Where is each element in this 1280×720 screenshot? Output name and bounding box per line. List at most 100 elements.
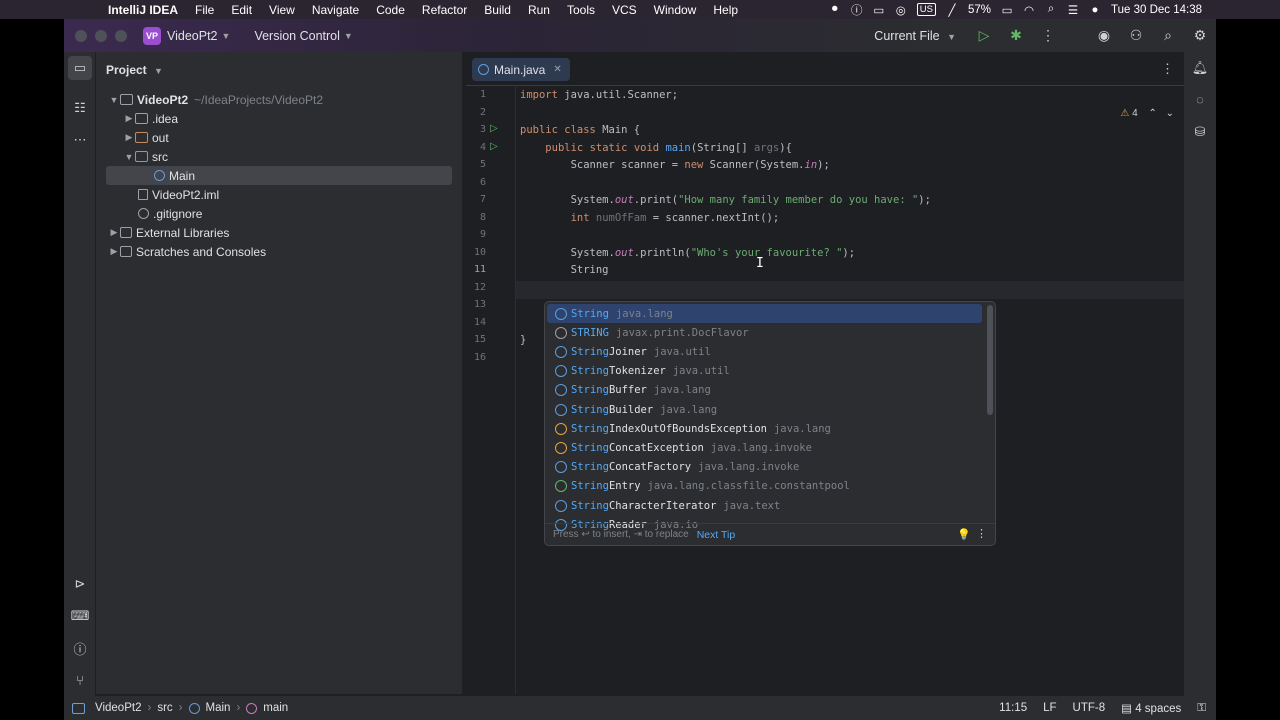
- menu-refactor[interactable]: Refactor: [422, 3, 467, 17]
- tree-item-external-libraries[interactable]: ▶ External Libraries: [106, 223, 452, 242]
- completion-item[interactable]: String Entry java.lang.classfile.constantp…: [547, 477, 982, 496]
- completion-item[interactable]: String Builder java.lang: [547, 400, 982, 419]
- menu-vcs[interactable]: VCS: [612, 3, 637, 17]
- menu-help[interactable]: Help: [713, 3, 738, 17]
- completion-item[interactable]: String Buffer java.lang: [547, 381, 982, 400]
- git-icon[interactable]: ⑂: [68, 668, 92, 692]
- run-config-selector[interactable]: Current File ▼: [874, 29, 956, 43]
- structure-icon[interactable]: ☷: [68, 96, 92, 120]
- battery-text[interactable]: 57%: [968, 4, 991, 16]
- lightbulb-icon[interactable]: 💡: [957, 528, 971, 541]
- vcs-selector[interactable]: Version Control: [254, 29, 339, 43]
- pen-icon[interactable]: ╱: [946, 3, 958, 17]
- menu-view[interactable]: View: [269, 3, 295, 17]
- chevron-right-icon[interactable]: ▶: [108, 246, 120, 257]
- search-icon[interactable]: ⌕: [1152, 27, 1184, 44]
- menu-tools[interactable]: Tools: [567, 3, 595, 17]
- tree-item-gitignore[interactable]: .gitignore: [106, 204, 452, 223]
- completion-item[interactable]: String IndexOutOfBoundsException java.lang: [547, 419, 982, 438]
- ai-chat-icon[interactable]: ◌: [1190, 92, 1210, 107]
- breadcrumb-item[interactable]: src: [157, 702, 172, 714]
- completion-item[interactable]: String ConcatException java.lang.invoke: [547, 438, 982, 457]
- menu-navigate[interactable]: Navigate: [312, 3, 359, 17]
- indent-setting[interactable]: ▤ 4 spaces: [1121, 701, 1181, 715]
- code-line[interactable]: System.out.print("How many family member…: [520, 194, 931, 206]
- line-separator[interactable]: LF: [1043, 702, 1056, 714]
- more-vertical-icon[interactable]: ⋮: [1161, 61, 1174, 77]
- chevron-down-icon[interactable]: ▼: [344, 31, 353, 41]
- completion-scrollbar[interactable]: [987, 305, 993, 415]
- code-line[interactable]: Scanner scanner = new Scanner(System.in)…: [520, 159, 830, 171]
- project-folder-icon[interactable]: ▭: [68, 56, 92, 80]
- ai-assistant-icon[interactable]: ◉: [1088, 27, 1120, 44]
- notifications-bell-icon[interactable]: 🔔︎: [1190, 60, 1210, 76]
- completion-item[interactable]: String Tokenizer java.util: [547, 362, 982, 381]
- chevron-down-icon[interactable]: ⌄: [1166, 108, 1174, 119]
- code-line[interactable]: public class Main {: [520, 124, 640, 136]
- more-vertical-icon[interactable]: ⋮: [1032, 27, 1064, 44]
- clock-text[interactable]: Tue 30 Dec 14:38: [1111, 4, 1202, 16]
- tree-item-project-root[interactable]: ▼ VideoPt2 ~/IdeaProjects/VideoPt2: [106, 90, 452, 109]
- record-icon[interactable]: ⏺: [829, 3, 841, 16]
- chevron-up-icon[interactable]: ⌃: [1148, 108, 1156, 119]
- caret-position[interactable]: 11:15: [999, 702, 1027, 714]
- next-tip-link[interactable]: Next Tip: [697, 529, 736, 541]
- menu-window[interactable]: Window: [654, 3, 697, 17]
- debug-icon[interactable]: ✱: [1000, 27, 1032, 44]
- breadcrumb-item[interactable]: Main: [206, 702, 231, 714]
- lock-icon[interactable]: ⚿: [1197, 702, 1206, 715]
- completion-item[interactable]: String java.lang: [547, 304, 982, 323]
- menu-app-name[interactable]: IntelliJ IDEA: [108, 3, 178, 17]
- control-center-icon[interactable]: ☰: [1067, 3, 1079, 17]
- inspection-widget[interactable]: ⚠ 4 ⌃ ⌄: [1120, 108, 1174, 119]
- run-main-gutter-icon[interactable]: ▷: [490, 141, 498, 152]
- spotlight-icon[interactable]: ⌕: [1045, 3, 1057, 16]
- settings-gear-icon[interactable]: ⚙: [1184, 27, 1216, 44]
- code-line[interactable]: import java.util.Scanner;: [520, 89, 678, 101]
- run-icon[interactable]: ▷: [968, 27, 1000, 44]
- menu-edit[interactable]: Edit: [231, 3, 252, 17]
- more-horizontal-icon[interactable]: ⋯: [68, 128, 92, 152]
- menu-code[interactable]: Code: [376, 3, 405, 17]
- close-tab-icon[interactable]: ✕: [553, 64, 561, 75]
- code-line[interactable]: System.out.println("Who's your favourite…: [520, 247, 856, 259]
- project-badge[interactable]: VP: [143, 26, 161, 45]
- close-window-button[interactable]: [75, 29, 87, 42]
- file-encoding[interactable]: UTF-8: [1073, 702, 1106, 714]
- tree-item-out[interactable]: ▶ out: [106, 128, 452, 147]
- services-run-icon[interactable]: ⊳: [68, 572, 92, 596]
- display-icon[interactable]: ▭: [873, 3, 885, 17]
- chevron-right-icon[interactable]: ▶: [108, 227, 120, 238]
- add-user-icon[interactable]: ⚇: [1120, 27, 1152, 44]
- completion-item[interactable]: String CharacterIterator java.text: [547, 496, 982, 515]
- run-class-gutter-icon[interactable]: ▷: [490, 123, 498, 134]
- completion-item[interactable]: String Joiner java.util: [547, 342, 982, 361]
- input-source-icon[interactable]: US: [916, 3, 936, 16]
- terminal-icon[interactable]: ⌨: [68, 604, 92, 628]
- chevron-right-icon[interactable]: ▶: [123, 113, 135, 124]
- tree-item-main[interactable]: Main: [106, 166, 452, 185]
- breadcrumb-item[interactable]: VideoPt2: [95, 702, 141, 714]
- menu-file[interactable]: File: [195, 3, 214, 17]
- zoom-window-button[interactable]: [115, 29, 127, 42]
- chevron-down-icon[interactable]: ▼: [108, 95, 120, 105]
- project-selector[interactable]: VideoPt2: [167, 29, 218, 43]
- tree-item-idea[interactable]: ▶ .idea: [106, 109, 452, 128]
- tree-item-scratches[interactable]: ▶ Scratches and Consoles: [106, 242, 452, 261]
- minimize-window-button[interactable]: [95, 29, 107, 42]
- wifi-icon[interactable]: ◠: [1023, 3, 1035, 17]
- chevron-right-icon[interactable]: ▶: [123, 132, 135, 143]
- code-line[interactable]: int numOfFam = scanner.nextInt();: [520, 212, 780, 224]
- tree-item-iml[interactable]: VideoPt2.iml: [106, 185, 452, 204]
- siri-icon[interactable]: ●: [1089, 4, 1101, 16]
- database-icon[interactable]: ⛁: [1190, 124, 1210, 140]
- tree-item-src[interactable]: ▼ src: [106, 147, 452, 166]
- tab-main-java[interactable]: Main.java ✕: [472, 58, 570, 81]
- completion-item[interactable]: String ConcatFactory java.lang.invoke: [547, 458, 982, 477]
- project-panel-title[interactable]: Project ▼: [106, 63, 163, 77]
- chevron-down-icon[interactable]: ▼: [222, 31, 231, 41]
- accessibility-icon[interactable]: ⓘ: [851, 2, 863, 18]
- code-line[interactable]: }: [520, 334, 526, 346]
- menu-build[interactable]: Build: [484, 3, 511, 17]
- more-vertical-icon[interactable]: ⋮: [976, 527, 987, 540]
